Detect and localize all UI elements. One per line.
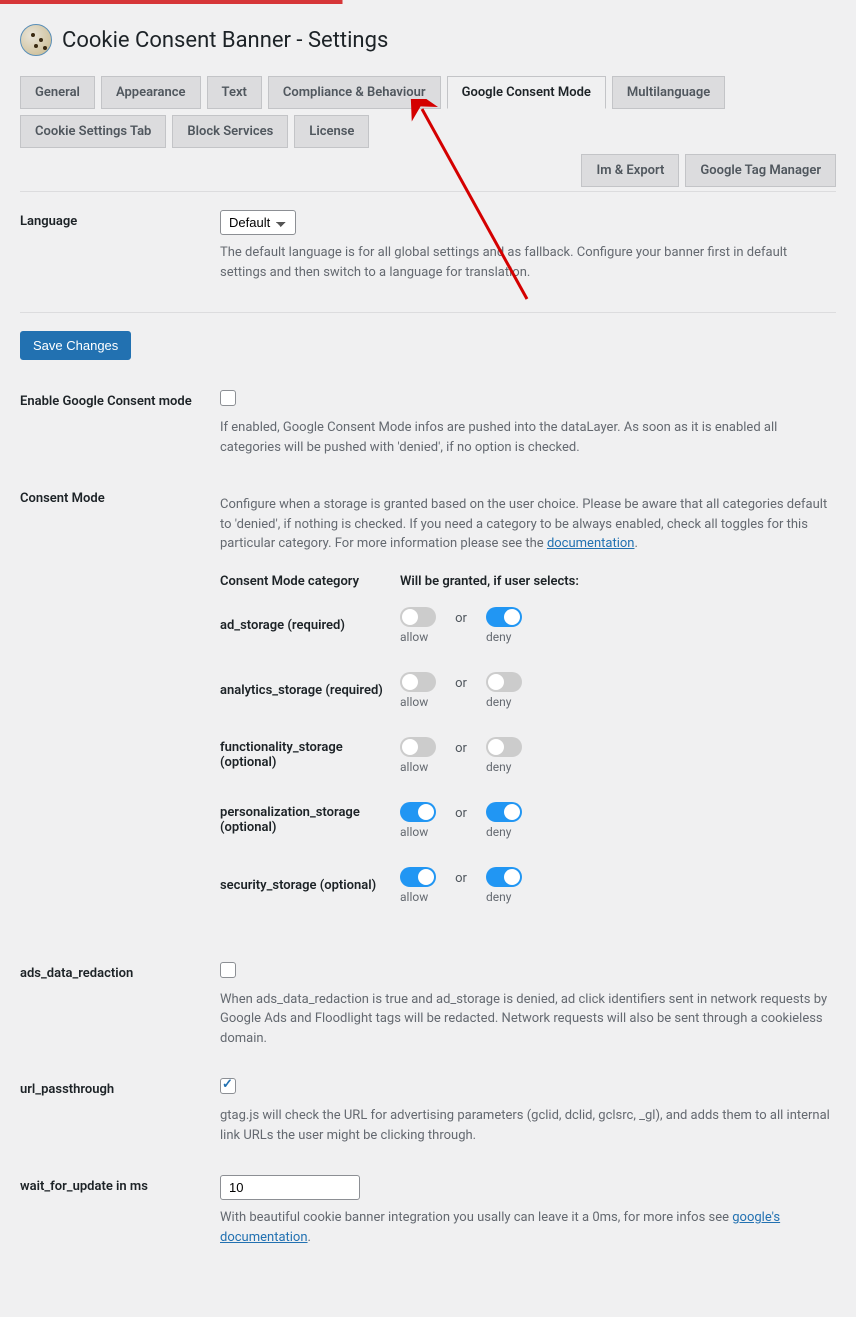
tab-appearance[interactable]: Appearance bbox=[101, 76, 201, 109]
allow-label: allow bbox=[400, 630, 428, 644]
allow-toggle[interactable] bbox=[400, 607, 436, 627]
deny-label: deny bbox=[486, 760, 511, 774]
consent-mode-label: Consent Mode bbox=[20, 487, 220, 506]
enable-gcm-label: Enable Google Consent mode bbox=[20, 390, 220, 409]
url-passthrough-desc: gtag.js will check the URL for advertisi… bbox=[220, 1106, 836, 1145]
deny-label: deny bbox=[486, 890, 511, 904]
or-text: or bbox=[436, 871, 486, 900]
toggle-row: personalization_storage (optional)allowo… bbox=[220, 802, 836, 839]
ads-redaction-desc: When ads_data_redaction is true and ad_s… bbox=[220, 990, 836, 1049]
deny-label: deny bbox=[486, 695, 511, 709]
tabs-row-1: GeneralAppearanceTextCompliance & Behavi… bbox=[20, 76, 836, 148]
deny-toggle[interactable] bbox=[486, 867, 522, 887]
deny-toggle[interactable] bbox=[486, 607, 522, 627]
deny-toggle[interactable] bbox=[486, 672, 522, 692]
enable-gcm-checkbox[interactable] bbox=[220, 390, 236, 406]
category-name: analytics_storage (required) bbox=[220, 683, 400, 698]
wait-update-label: wait_for_update in ms bbox=[20, 1175, 220, 1194]
tab-google-tag-manager[interactable]: Google Tag Manager bbox=[685, 154, 836, 187]
tab-multilanguage[interactable]: Multilanguage bbox=[612, 76, 725, 109]
page-title: Cookie Consent Banner - Settings bbox=[62, 28, 388, 53]
toggle-row: security_storage (optional)allowordeny bbox=[220, 867, 836, 904]
wait-update-desc: With beautiful cookie banner integration… bbox=[220, 1208, 836, 1247]
tabs-row-2: Im & ExportGoogle Tag Manager bbox=[20, 154, 836, 187]
allow-toggle[interactable] bbox=[400, 867, 436, 887]
toggle-row: ad_storage (required)allowordeny bbox=[220, 607, 836, 644]
tab-cookie-settings-tab[interactable]: Cookie Settings Tab bbox=[20, 115, 166, 148]
or-text: or bbox=[436, 741, 486, 770]
toggle-row: functionality_storage (optional)alloword… bbox=[220, 737, 836, 774]
tab-compliance-behaviour[interactable]: Compliance & Behaviour bbox=[268, 76, 441, 109]
language-label: Language bbox=[20, 210, 220, 229]
category-name: functionality_storage (optional) bbox=[220, 740, 400, 770]
deny-label: deny bbox=[486, 630, 511, 644]
documentation-link[interactable]: documentation bbox=[547, 536, 635, 551]
th-category: Consent Mode category bbox=[220, 574, 400, 589]
tab-block-services[interactable]: Block Services bbox=[172, 115, 288, 148]
language-select[interactable]: Default bbox=[220, 210, 296, 235]
allow-toggle[interactable] bbox=[400, 802, 436, 822]
save-button[interactable]: Save Changes bbox=[20, 331, 131, 360]
allow-label: allow bbox=[400, 695, 428, 709]
or-text: or bbox=[436, 611, 486, 640]
language-desc: The default language is for all global s… bbox=[220, 243, 836, 282]
toggle-row: analytics_storage (required)allowordeny bbox=[220, 672, 836, 709]
category-name: security_storage (optional) bbox=[220, 878, 400, 893]
deny-toggle[interactable] bbox=[486, 802, 522, 822]
tab-google-consent-mode[interactable]: Google Consent Mode bbox=[447, 76, 606, 109]
allow-label: allow bbox=[400, 825, 428, 839]
allow-toggle[interactable] bbox=[400, 672, 436, 692]
cookie-icon bbox=[20, 24, 52, 56]
tab-general[interactable]: General bbox=[20, 76, 95, 109]
tab-license[interactable]: License bbox=[294, 115, 369, 148]
wait-update-input[interactable] bbox=[220, 1175, 360, 1200]
allow-label: allow bbox=[400, 760, 428, 774]
th-grant: Will be granted, if user selects: bbox=[400, 574, 579, 589]
url-passthrough-label: url_passthrough bbox=[20, 1078, 220, 1097]
enable-gcm-desc: If enabled, Google Consent Mode infos ar… bbox=[220, 418, 836, 457]
page-header: Cookie Consent Banner - Settings bbox=[20, 24, 836, 56]
url-passthrough-checkbox[interactable] bbox=[220, 1078, 236, 1094]
allow-label: allow bbox=[400, 890, 428, 904]
category-name: ad_storage (required) bbox=[220, 618, 400, 633]
ads-redaction-checkbox[interactable] bbox=[220, 962, 236, 978]
allow-toggle[interactable] bbox=[400, 737, 436, 757]
or-text: or bbox=[436, 806, 486, 835]
category-name: personalization_storage (optional) bbox=[220, 805, 400, 835]
tab-im-export[interactable]: Im & Export bbox=[581, 154, 679, 187]
consent-mode-desc: Configure when a storage is granted base… bbox=[220, 495, 836, 554]
deny-toggle[interactable] bbox=[486, 737, 522, 757]
deny-label: deny bbox=[486, 825, 511, 839]
ads-redaction-label: ads_data_redaction bbox=[20, 962, 220, 981]
tab-text[interactable]: Text bbox=[207, 76, 262, 109]
or-text: or bbox=[436, 676, 486, 705]
